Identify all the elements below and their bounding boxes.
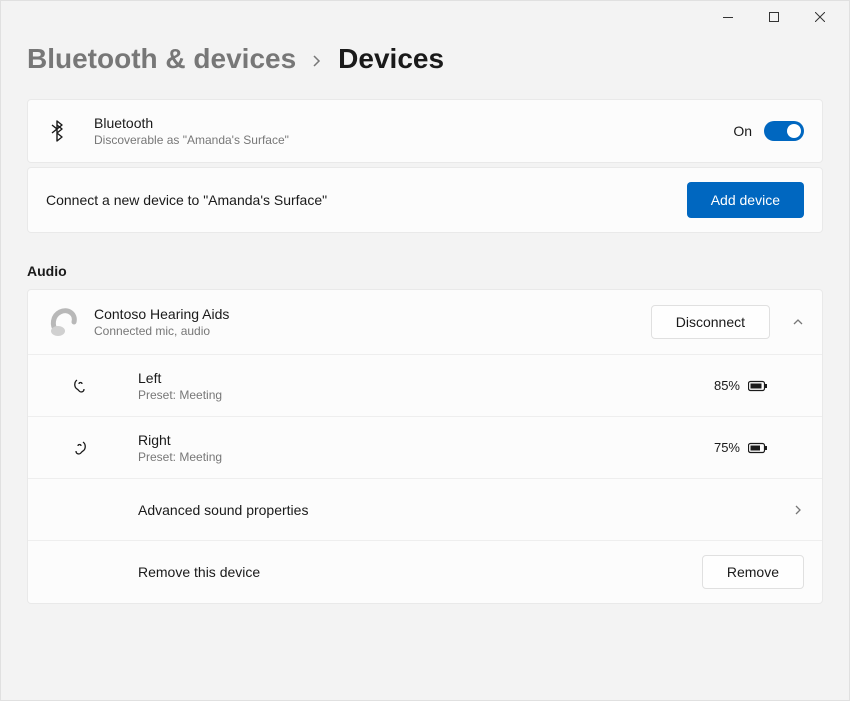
device-header-row[interactable]: Contoso Hearing Aids Connected mic, audi… [28,290,822,354]
bluetooth-subtitle: Discoverable as "Amanda's Surface" [94,133,733,147]
advanced-sound-row[interactable]: Advanced sound properties [28,478,822,540]
bluetooth-title: Bluetooth [94,115,733,131]
left-ear-title: Left [138,370,714,386]
bluetooth-toggle[interactable] [764,121,804,141]
connect-card: Connect a new device to "Amanda's Surfac… [27,167,823,233]
left-ear-subtitle: Preset: Meeting [138,388,714,402]
remove-device-label: Remove this device [138,564,702,580]
breadcrumb: Bluetooth & devices Devices [27,43,823,75]
device-status: Connected mic, audio [94,324,651,338]
left-ear-row: Left Preset: Meeting 85% [28,354,822,416]
maximize-button[interactable] [751,1,797,33]
breadcrumb-parent[interactable]: Bluetooth & devices [27,43,296,75]
left-ear-icon [46,378,114,394]
breadcrumb-current: Devices [338,43,444,75]
minimize-button[interactable] [705,1,751,33]
right-ear-subtitle: Preset: Meeting [138,450,714,464]
window-controls [1,1,849,33]
left-battery-percent: 85% [714,378,740,393]
connect-text: Connect a new device to "Amanda's Surfac… [46,192,687,208]
close-button[interactable] [797,1,843,33]
advanced-sound-label: Advanced sound properties [138,502,782,518]
remove-device-row: Remove this device Remove [28,540,822,603]
right-battery-percent: 75% [714,440,740,455]
battery-icon [748,380,768,392]
right-ear-icon [46,440,114,456]
hearing-aid-icon [46,304,94,340]
audio-section-label: Audio [27,263,823,279]
bluetooth-toggle-label: On [733,123,752,139]
chevron-right-icon [310,54,324,68]
right-ear-row: Right Preset: Meeting 75% [28,416,822,478]
hearing-aids-card: Contoso Hearing Aids Connected mic, audi… [27,289,823,604]
device-name: Contoso Hearing Aids [94,306,651,322]
chevron-right-icon [792,504,804,516]
disconnect-button[interactable]: Disconnect [651,305,770,339]
chevron-up-icon [792,316,804,328]
remove-button[interactable]: Remove [702,555,804,589]
battery-icon [748,442,768,454]
right-ear-title: Right [138,432,714,448]
bluetooth-card: Bluetooth Discoverable as "Amanda's Surf… [27,99,823,163]
add-device-button[interactable]: Add device [687,182,804,218]
bluetooth-icon [46,119,94,143]
